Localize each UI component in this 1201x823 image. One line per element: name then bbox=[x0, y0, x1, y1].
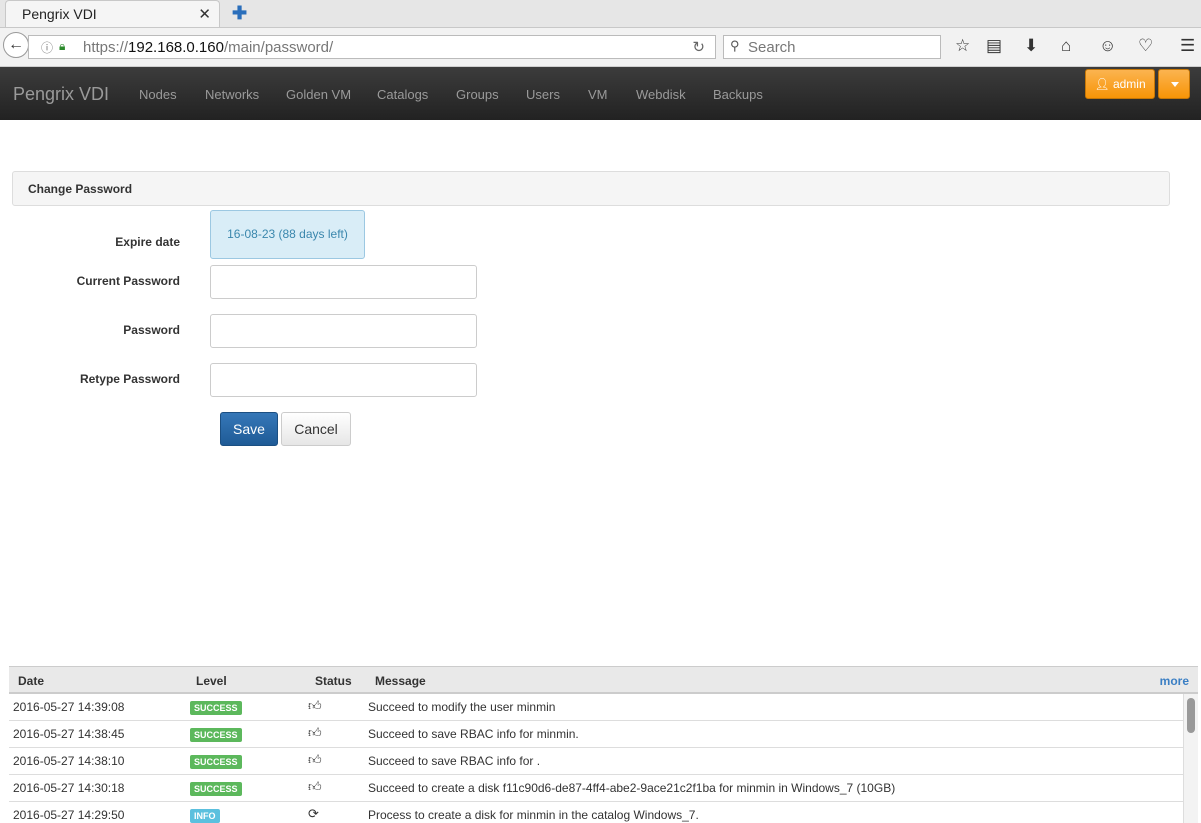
current-password-input[interactable] bbox=[210, 265, 477, 299]
level-badge: INFO bbox=[190, 809, 220, 823]
log-message: Process to create a disk for minmin in t… bbox=[368, 808, 699, 822]
url-bar[interactable]: ⓘ 🔒︎ https://192.168.0.160/main/password… bbox=[28, 35, 716, 59]
password-label: Password bbox=[123, 323, 180, 337]
log-row: 2016-05-27 14:29:50 INFO ⟳ Process to cr… bbox=[9, 802, 1183, 823]
level-badge: SUCCESS bbox=[190, 701, 242, 715]
log-row: 2016-05-27 14:38:45 SUCCESS 👍︎ Succeed t… bbox=[9, 721, 1183, 748]
scrollbar-thumb[interactable] bbox=[1187, 698, 1195, 733]
password-input[interactable] bbox=[210, 314, 477, 348]
event-log: Date Level Status Message more 2016-05-2… bbox=[9, 666, 1198, 823]
log-date: 2016-05-27 14:29:50 bbox=[13, 808, 125, 822]
thumbs-up-icon: 👍︎ bbox=[308, 752, 322, 767]
log-message: Succeed to create a disk f11c90d6-de87-4… bbox=[368, 781, 896, 795]
browser-tab[interactable]: Pengrix VDI ✕ bbox=[5, 0, 220, 27]
panel-title: Change Password bbox=[28, 182, 133, 196]
admin-user-button[interactable]: 👤︎ admin bbox=[1085, 69, 1155, 99]
refresh-icon: ⟳ bbox=[308, 806, 319, 821]
log-message: Succeed to save RBAC info for minmin. bbox=[368, 727, 579, 741]
nav-webdisk[interactable]: Webdisk bbox=[636, 87, 686, 102]
current-password-label: Current Password bbox=[76, 274, 180, 288]
reload-icon[interactable]: ↻ bbox=[692, 38, 705, 56]
log-date: 2016-05-27 14:38:45 bbox=[13, 727, 125, 741]
nav-users[interactable]: Users bbox=[526, 87, 560, 102]
level-badge: SUCCESS bbox=[190, 728, 242, 742]
header-message[interactable]: Message bbox=[375, 674, 426, 688]
tab-title: Pengrix VDI bbox=[22, 6, 97, 22]
log-message: Succeed to modify the user minmin bbox=[368, 700, 556, 714]
log-row: 2016-05-27 14:38:10 SUCCESS 👍︎ Succeed t… bbox=[9, 748, 1183, 775]
log-header: Date Level Status Message more bbox=[9, 667, 1198, 694]
nav-nodes[interactable]: Nodes bbox=[139, 87, 177, 102]
search-placeholder: Search bbox=[748, 39, 796, 56]
more-link[interactable]: more bbox=[1160, 674, 1189, 688]
lock-icon: 🔒︎ bbox=[59, 39, 66, 53]
nav-catalogs[interactable]: Catalogs bbox=[377, 87, 428, 102]
download-icon[interactable]: ⬇ bbox=[1024, 36, 1038, 56]
log-date: 2016-05-27 14:30:18 bbox=[13, 781, 125, 795]
new-tab-icon[interactable]: ✚ bbox=[232, 3, 247, 24]
log-scrollbar[interactable] bbox=[1183, 694, 1198, 823]
level-badge: SUCCESS bbox=[190, 782, 242, 796]
browser-toolbar: ← ⓘ 🔒︎ https://192.168.0.160/main/passwo… bbox=[0, 28, 1201, 67]
nav-golden-vm[interactable]: Golden VM bbox=[286, 87, 351, 102]
log-row: 2016-05-27 14:30:18 SUCCESS 👍︎ Succeed t… bbox=[9, 775, 1183, 802]
pocket-icon[interactable]: ♡ bbox=[1138, 36, 1153, 56]
thumbs-up-icon: 👍︎ bbox=[308, 725, 322, 740]
search-input[interactable]: ⚲ Search bbox=[723, 35, 941, 59]
nav-backups[interactable]: Backups bbox=[713, 87, 763, 102]
bookmark-star-icon[interactable]: ☆ bbox=[955, 36, 970, 56]
log-date: 2016-05-27 14:38:10 bbox=[13, 754, 125, 768]
header-level[interactable]: Level bbox=[196, 674, 227, 688]
close-tab-icon[interactable]: ✕ bbox=[198, 5, 211, 23]
menu-icon[interactable]: ☰ bbox=[1180, 36, 1195, 56]
user-icon: 👤︎ bbox=[1094, 77, 1110, 91]
search-icon: ⚲ bbox=[730, 38, 740, 53]
header-date[interactable]: Date bbox=[18, 674, 44, 688]
browser-tab-bar: Pengrix VDI ✕ ✚ bbox=[0, 0, 1201, 28]
header-status[interactable]: Status bbox=[315, 674, 352, 688]
change-password-panel: Change Password bbox=[12, 171, 1170, 206]
admin-label: admin bbox=[1112, 77, 1146, 91]
cancel-button[interactable]: Cancel bbox=[281, 412, 351, 446]
nav-networks[interactable]: Networks bbox=[205, 87, 259, 102]
retype-password-label: Retype Password bbox=[79, 372, 180, 386]
info-icon[interactable]: ⓘ bbox=[41, 39, 53, 56]
app-navbar: Pengrix VDI Nodes Networks Golden VM Cat… bbox=[0, 67, 1201, 120]
back-arrow-icon[interactable]: ← bbox=[3, 32, 29, 58]
level-badge: SUCCESS bbox=[190, 755, 242, 769]
save-button[interactable]: Save bbox=[220, 412, 278, 446]
expire-date-value: 16-08-23 (88 days left) bbox=[210, 210, 365, 259]
home-icon[interactable]: ⌂ bbox=[1061, 36, 1071, 56]
reading-list-icon[interactable]: ▤ bbox=[986, 36, 1002, 56]
url-text[interactable]: https://192.168.0.160/main/password/ bbox=[83, 39, 333, 56]
brand[interactable]: Pengrix VDI bbox=[13, 84, 109, 105]
thumbs-up-icon: 👍︎ bbox=[308, 698, 322, 713]
thumbs-up-icon: 👍︎ bbox=[308, 779, 322, 794]
retype-password-input[interactable] bbox=[210, 363, 477, 397]
log-date: 2016-05-27 14:39:08 bbox=[13, 700, 125, 714]
nav-groups[interactable]: Groups bbox=[456, 87, 499, 102]
nav-vm[interactable]: VM bbox=[588, 87, 608, 102]
expire-date-label: Expire date bbox=[115, 235, 180, 249]
chat-icon[interactable]: ☺ bbox=[1099, 36, 1116, 56]
log-message: Succeed to save RBAC info for . bbox=[368, 754, 541, 768]
log-row: 2016-05-27 14:39:08 SUCCESS 👍︎ Succeed t… bbox=[9, 694, 1183, 721]
admin-dropdown-button[interactable] bbox=[1158, 69, 1190, 99]
